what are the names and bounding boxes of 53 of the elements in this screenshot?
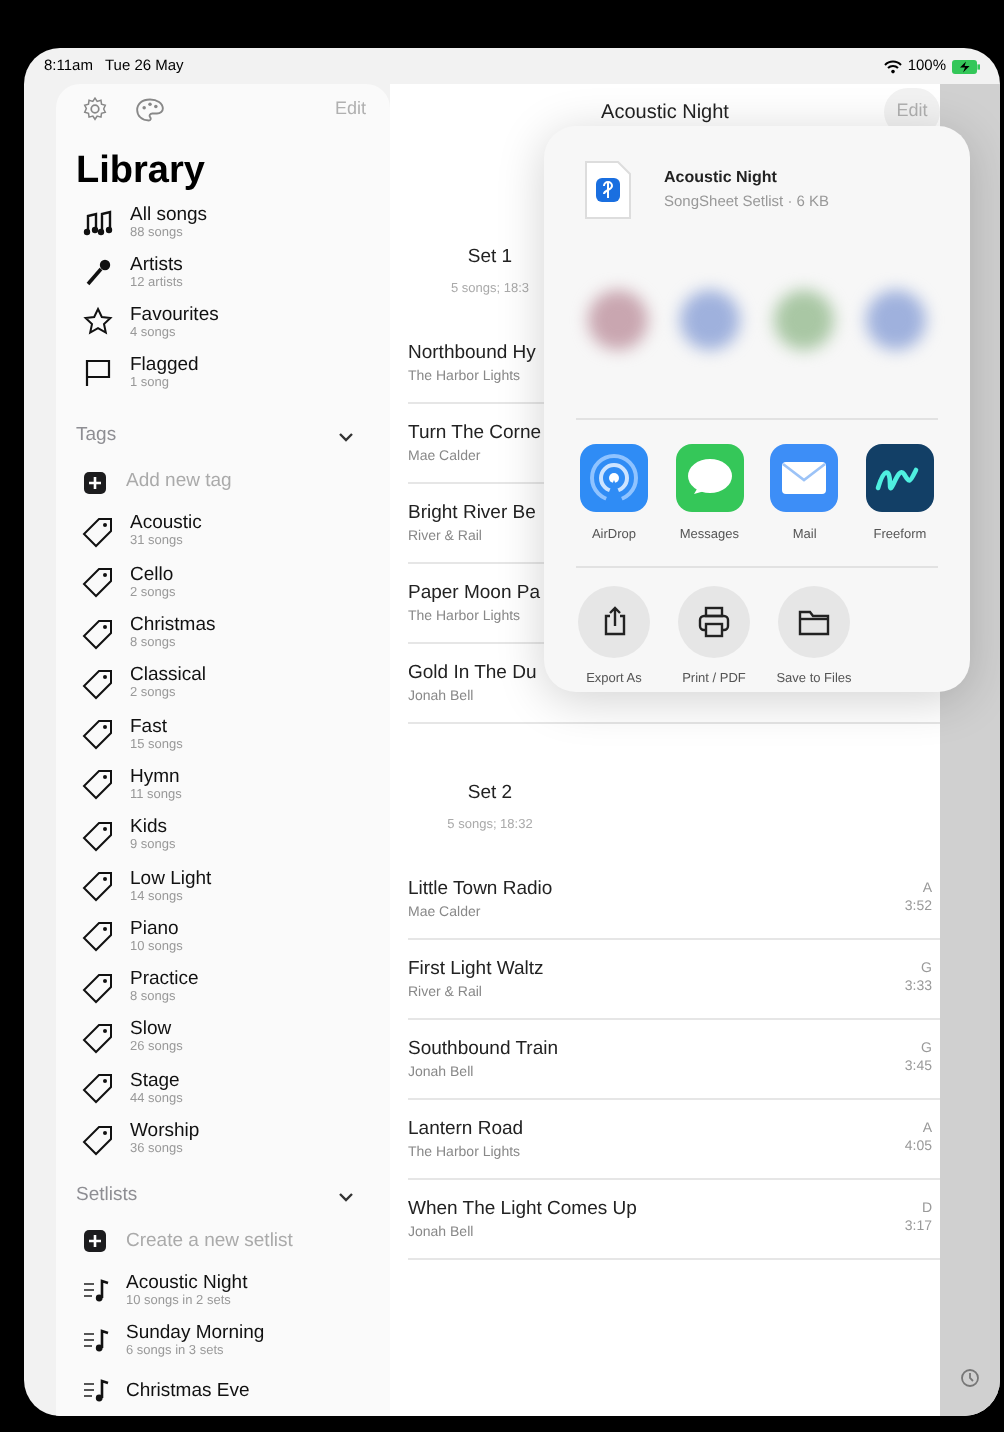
tag-icon — [82, 870, 114, 903]
song-title[interactable]: Gold In The Du — [408, 661, 537, 683]
chevron-icon[interactable] — [338, 1191, 354, 1202]
plus-icon — [84, 471, 106, 494]
notes-icon — [82, 206, 114, 238]
tag-icon — [82, 1123, 114, 1156]
song-title[interactable]: First Light Waltz — [408, 957, 544, 979]
song-title[interactable]: Paper Moon Pa — [408, 581, 541, 603]
song-title[interactable]: When The Light Comes Up — [408, 1197, 637, 1219]
tag-icon — [82, 566, 114, 599]
settings-icon[interactable] — [82, 96, 108, 123]
squiggle-icon — [865, 444, 934, 512]
printer-icon — [696, 603, 732, 640]
section-header: Tags — [76, 422, 117, 451]
tag-icon — [82, 1072, 114, 1105]
plus-icon — [84, 1230, 106, 1253]
envelope-icon — [770, 444, 839, 512]
speech-bubble-icon — [675, 444, 744, 512]
song-title[interactable]: Lantern Road — [408, 1117, 524, 1139]
setlist-icon — [82, 1376, 110, 1405]
setlist-title: Acoustic Night — [601, 99, 729, 127]
wifi-icon — [883, 59, 902, 73]
tag-icon — [82, 920, 114, 953]
document-icon — [584, 160, 632, 220]
battery-charging-icon — [952, 59, 980, 73]
tag-icon — [82, 1021, 114, 1054]
song-title[interactable]: Turn The Corne — [408, 421, 542, 443]
flag-icon — [82, 356, 114, 388]
song-title[interactable]: Northbound Hy — [408, 341, 536, 363]
airdrop-icon — [580, 444, 648, 512]
clock-icon[interactable] — [960, 1368, 980, 1388]
tag-icon — [82, 971, 114, 1004]
tag-icon — [82, 768, 114, 801]
tag-icon — [82, 667, 114, 700]
song-title[interactable]: Bright River Be — [408, 501, 536, 523]
setlist-icon — [82, 1326, 110, 1355]
chevron-icon[interactable] — [338, 431, 354, 442]
tag-icon — [82, 718, 114, 751]
tag-icon — [82, 515, 114, 548]
set-title: Set 1 — [467, 244, 513, 272]
tag-icon — [82, 617, 114, 650]
library-title: Library — [76, 149, 207, 193]
song-title[interactable]: Little Town Radio — [408, 877, 553, 899]
section-header: Setlists — [76, 1181, 138, 1210]
star-icon — [82, 306, 114, 338]
file-title: Acoustic Night — [664, 166, 779, 191]
set-title: Set 2 — [467, 780, 513, 808]
setlist-icon — [82, 1276, 110, 1305]
sidebar-item[interactable]: Christmas Eve — [76, 1365, 370, 1416]
microphone-icon — [82, 256, 114, 288]
song-title[interactable]: Southbound Train — [408, 1037, 559, 1059]
tag-icon — [82, 819, 114, 852]
palette-icon[interactable] — [136, 97, 164, 122]
